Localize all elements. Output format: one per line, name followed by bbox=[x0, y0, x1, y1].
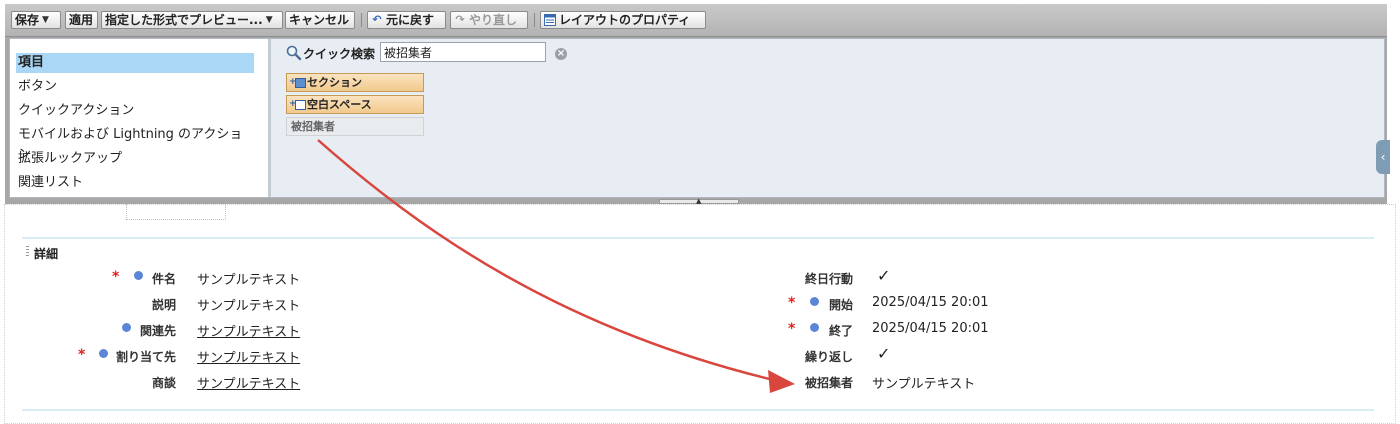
layout-editor-panel: 保存 ▼ 適用 指定した形式でプレビュー... ▼ キャンセル ↶ 元に戻す ↷… bbox=[5, 4, 1387, 205]
palette: 項目 ボタン クイックアクション モバイルおよび Lightning のアクショ… bbox=[9, 38, 1385, 198]
field-label-recurrence[interactable]: 繰り返し bbox=[805, 348, 853, 365]
field-label-opportunity[interactable]: 商談 bbox=[152, 374, 176, 391]
field-value-invitees: サンプルテキスト bbox=[872, 377, 976, 392]
save-label: 保存 bbox=[15, 13, 40, 27]
apply-button[interactable]: 適用 bbox=[65, 11, 98, 29]
field-label-start[interactable]: 開始 bbox=[829, 296, 853, 313]
side-panel-toggle-icon[interactable]: ‹ bbox=[1376, 140, 1390, 174]
preview-dropdown-caret-icon[interactable]: ▼ bbox=[266, 11, 273, 29]
field-label-assigned-to[interactable]: 割り当て先 bbox=[116, 348, 176, 365]
palette-item-label: 空白スペース bbox=[307, 98, 372, 111]
field-label-description[interactable]: 説明 bbox=[152, 296, 176, 313]
preview-label: 指定した形式でプレビュー... bbox=[105, 13, 263, 27]
category-fields[interactable]: 項目 bbox=[16, 53, 254, 73]
palette-items-area: クイック検索 × + セクション + 空白スペース 被招集者 bbox=[272, 39, 1382, 197]
field-label-end[interactable]: 終了 bbox=[829, 322, 853, 339]
info-dot-icon bbox=[99, 349, 108, 358]
layout-properties-label: レイアウトのプロパティ bbox=[559, 13, 691, 27]
field-value-subject: サンプルテキスト bbox=[197, 273, 301, 288]
layout-properties-icon bbox=[544, 14, 556, 26]
cancel-button[interactable]: キャンセル bbox=[285, 11, 355, 29]
cancel-label: キャンセル bbox=[289, 13, 350, 27]
category-buttons[interactable]: ボタン bbox=[16, 77, 254, 97]
field-value-description: サンプルテキスト bbox=[197, 299, 301, 314]
toolbar-separator bbox=[361, 13, 362, 27]
info-dot-icon bbox=[134, 271, 143, 280]
required-mark: * bbox=[788, 295, 796, 311]
preview-as-button[interactable]: 指定した形式でプレビュー... ▼ bbox=[101, 11, 283, 29]
save-dropdown-caret-icon[interactable]: ▼ bbox=[42, 11, 49, 29]
undo-icon: ↶ bbox=[372, 13, 382, 26]
required-mark: * bbox=[78, 347, 86, 363]
info-dot-icon bbox=[810, 297, 819, 306]
palette-item-blank-space[interactable]: + 空白スペース bbox=[286, 95, 424, 114]
save-button[interactable]: 保存 ▼ bbox=[11, 11, 61, 29]
checkmark-icon: ✓ bbox=[877, 344, 891, 363]
required-mark: * bbox=[112, 269, 120, 285]
drop-zone-placeholder bbox=[126, 204, 226, 220]
search-icon bbox=[286, 45, 302, 61]
category-quick-actions[interactable]: クイックアクション bbox=[16, 101, 254, 121]
palette-category-list: 項目 ボタン クイックアクション モバイルおよび Lightning のアクショ… bbox=[10, 39, 271, 197]
toolbar: 保存 ▼ 適用 指定した形式でプレビュー... ▼ キャンセル ↶ 元に戻す ↷… bbox=[5, 4, 1387, 37]
apply-label: 適用 bbox=[69, 13, 94, 27]
palette-item-label: 被招集者 bbox=[291, 120, 335, 133]
checkmark-icon: ✓ bbox=[877, 266, 891, 285]
redo-button[interactable]: ↷ やり直し bbox=[450, 11, 528, 29]
field-value-opportunity: サンプルテキスト bbox=[197, 377, 301, 392]
undo-button[interactable]: ↶ 元に戻す bbox=[367, 11, 446, 29]
palette-item-invitees[interactable]: 被招集者 bbox=[286, 117, 424, 136]
required-mark: * bbox=[788, 321, 796, 337]
palette-item-label: セクション bbox=[307, 76, 362, 89]
category-related-lists[interactable]: 関連リスト bbox=[16, 173, 254, 193]
section-title[interactable]: 詳細 bbox=[34, 245, 58, 262]
field-value-assigned-to: サンプルテキスト bbox=[197, 351, 301, 366]
info-dot-icon bbox=[810, 323, 819, 332]
category-mobile-lightning-actions[interactable]: モバイルおよび Lightning のアクション bbox=[16, 125, 254, 162]
field-label-invitees[interactable]: 被招集者 bbox=[805, 374, 853, 391]
field-label-related-to[interactable]: 関連先 bbox=[140, 322, 176, 339]
field-value-end: 2025/04/15 20:01 bbox=[872, 321, 989, 336]
clear-search-icon[interactable]: × bbox=[555, 48, 567, 60]
palette-item-section[interactable]: + セクション bbox=[286, 73, 424, 92]
field-value-related-to: サンプルテキスト bbox=[197, 325, 301, 340]
redo-label: やり直し bbox=[469, 13, 518, 27]
undo-label: 元に戻す bbox=[386, 13, 435, 27]
field-label-subject[interactable]: 件名 bbox=[152, 270, 176, 287]
toolbar-separator bbox=[534, 13, 535, 27]
drag-handle-icon[interactable] bbox=[26, 246, 29, 258]
section-icon: + bbox=[289, 77, 306, 88]
info-dot-icon bbox=[122, 323, 131, 332]
section-divider bbox=[22, 237, 1374, 239]
field-label-all-day-event[interactable]: 終日行動 bbox=[805, 270, 853, 287]
quick-search-input[interactable] bbox=[380, 42, 546, 62]
field-value-start: 2025/04/15 20:01 bbox=[872, 295, 989, 310]
redo-icon: ↷ bbox=[455, 13, 465, 26]
blank-space-icon: + bbox=[289, 99, 306, 110]
category-expanded-lookups[interactable]: 拡張ルックアップ bbox=[16, 149, 254, 169]
section-divider bbox=[22, 409, 1374, 411]
layout-properties-button[interactable]: レイアウトのプロパティ bbox=[540, 11, 706, 29]
quick-search-label: クイック検索 bbox=[303, 47, 376, 61]
